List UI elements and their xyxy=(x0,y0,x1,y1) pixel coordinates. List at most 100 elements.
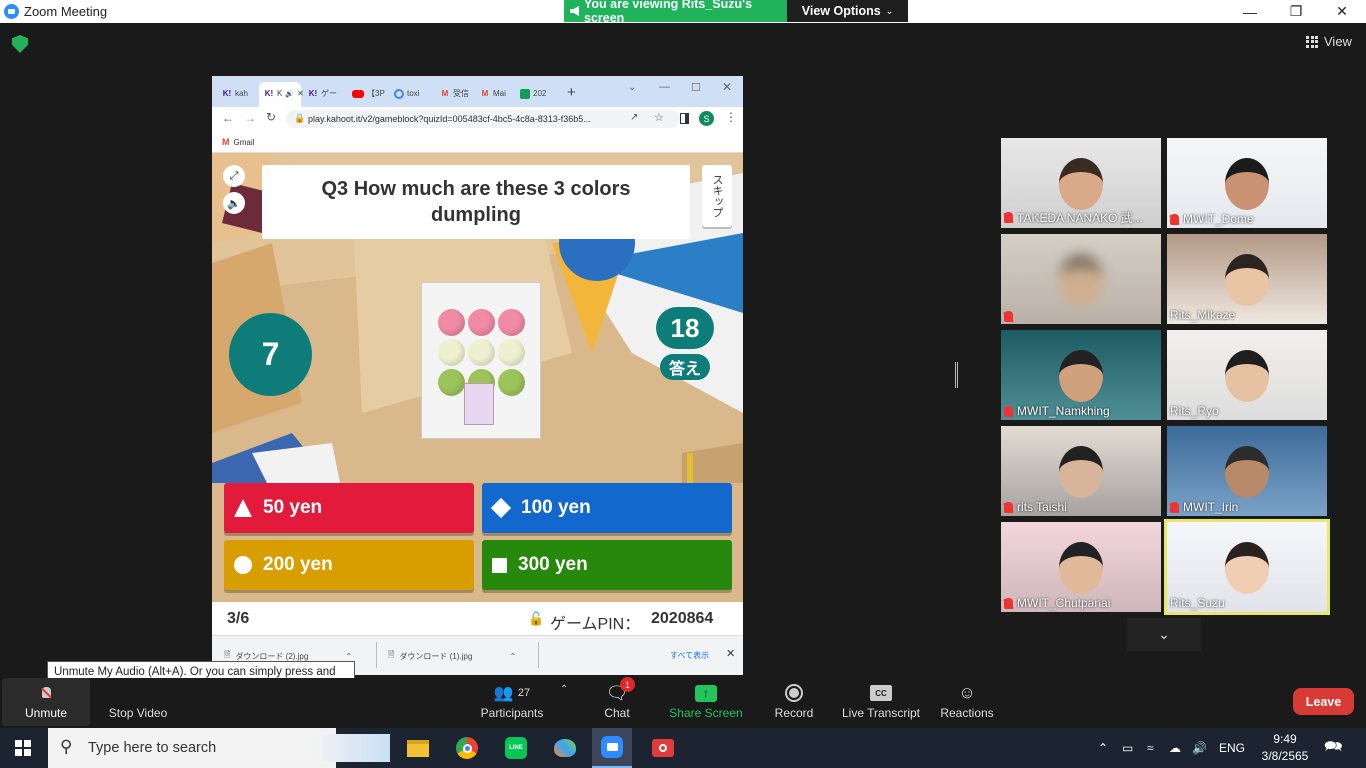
participant-video-tile[interactable]: rits Taishi xyxy=(1001,426,1161,516)
participant-video-tile[interactable]: MWIT_Namkhing xyxy=(1001,330,1161,420)
close-downloads-icon[interactable]: ✕ xyxy=(726,647,735,660)
taskbar-clock[interactable]: 9:49 3/8/2565 xyxy=(1253,731,1317,765)
answer-option-4[interactable]: 300 yen xyxy=(482,540,732,590)
dango-ball xyxy=(498,309,525,336)
onedrive-cloud-icon[interactable]: ☁ xyxy=(1169,728,1181,768)
participant-face xyxy=(1225,446,1269,498)
tab-favicon-icon: K! xyxy=(308,89,318,98)
back-arrow-icon[interactable]: ← xyxy=(222,111,234,125)
leave-button[interactable]: Leave xyxy=(1293,688,1354,715)
record-button[interactable]: Record xyxy=(772,680,816,725)
tray-chevron-up-icon[interactable]: ⌃ xyxy=(1098,728,1108,768)
participant-video-tile[interactable]: Rits_Suzu xyxy=(1164,519,1330,615)
browser-tab-3[interactable]: K! ゲー xyxy=(308,85,337,102)
chevron-up-icon[interactable]: ⌃ xyxy=(345,652,352,661)
participant-video-tile[interactable] xyxy=(1001,234,1161,324)
browser-tab-8[interactable]: 202 xyxy=(520,85,546,102)
notification-center-icon[interactable]: 🗪 xyxy=(1324,728,1343,768)
panel-resize-handle[interactable] xyxy=(955,362,958,388)
participant-face xyxy=(1225,158,1269,210)
answer-option-3[interactable]: 200 yen xyxy=(224,540,474,590)
browser-tab-2[interactable]: K! K 🔊 ✕ xyxy=(264,85,304,102)
security-shield-icon[interactable] xyxy=(12,35,28,53)
live-transcript-button[interactable]: CC Live Transcript xyxy=(840,680,922,725)
zoom-taskbar-icon[interactable] xyxy=(592,728,632,768)
share-icon[interactable]: ↗ xyxy=(630,112,638,123)
bookmark-gmail[interactable]: M Gmail xyxy=(222,137,254,147)
participant-name-label xyxy=(1004,311,1017,322)
browser-menu-icon[interactable]: ⋮ xyxy=(725,110,737,124)
stop-video-button[interactable]: Stop Video xyxy=(104,680,172,725)
fullscreen-icon[interactable]: ⤢ xyxy=(223,165,245,187)
browser-tab-1[interactable]: K! kah xyxy=(222,85,248,102)
participants-chevron-up-icon[interactable]: ⌃ xyxy=(560,684,568,695)
browser-tab-7[interactable]: M Mai xyxy=(480,85,506,102)
chat-button[interactable]: 🗨 Chat 1 xyxy=(596,677,638,725)
gallery-more-button[interactable]: ⌄ xyxy=(1127,618,1201,651)
muted-mic-icon xyxy=(1170,501,1179,513)
tab-audio-icon[interactable]: 🔊 xyxy=(285,90,294,98)
volume-icon[interactable]: 🔊 xyxy=(1192,728,1207,768)
skip-button[interactable]: スキップ xyxy=(702,165,732,227)
reactions-button[interactable]: ☺ Reactions xyxy=(938,680,996,725)
show-all-downloads[interactable]: すべて表示 xyxy=(670,650,709,661)
forward-arrow-icon[interactable]: → xyxy=(244,111,256,125)
participant-video-tile[interactable]: MWIT_Dome xyxy=(1167,138,1327,228)
question-progress: 3/6 xyxy=(227,610,250,627)
snipping-tool-icon[interactable] xyxy=(643,728,683,768)
reload-icon[interactable]: ↻ xyxy=(266,110,276,124)
live-transcript-label: Live Transcript xyxy=(841,706,921,720)
browser-tab-6[interactable]: M 受信 xyxy=(440,85,469,102)
participant-video-tile[interactable]: MWIT_Irin xyxy=(1167,426,1327,516)
browser-tab-4[interactable]: 【3P xyxy=(352,85,385,102)
paint-icon[interactable] xyxy=(545,728,585,768)
wifi-icon[interactable]: ≈ xyxy=(1147,728,1154,768)
muted-mic-icon xyxy=(1004,311,1013,322)
input-language[interactable]: ENG xyxy=(1219,728,1245,768)
tab-search-icon[interactable]: ⌄ xyxy=(628,82,636,93)
share-screen-button[interactable]: ↑ Share Screen xyxy=(668,680,744,725)
participant-video-tile[interactable]: MWIT_Chutpanai xyxy=(1001,522,1161,612)
maximize-button[interactable]: ❐ xyxy=(1273,0,1319,23)
square-icon xyxy=(492,557,507,573)
taskbar-search-box[interactable]: ⚲ Type here to search xyxy=(48,728,390,768)
profile-avatar[interactable]: S xyxy=(699,111,714,126)
muted-mic-icon xyxy=(2,678,90,706)
answer-option-1[interactable]: 50 yen xyxy=(224,483,474,533)
side-panel-icon[interactable] xyxy=(680,113,689,124)
file-explorer-icon[interactable] xyxy=(398,728,438,768)
url-text: play.kahoot.it/v2/gameblock?quizId=00548… xyxy=(308,114,591,124)
answer-option-label: 300 yen xyxy=(518,554,588,575)
answer-option-2[interactable]: 100 yen xyxy=(482,483,732,533)
windows-start-icon[interactable] xyxy=(15,740,31,756)
speaker-icon xyxy=(570,6,579,16)
close-button[interactable]: ✕ xyxy=(1319,0,1365,23)
participant-video-tile[interactable]: Rits_Mikaze xyxy=(1167,234,1327,324)
browser-tab-5[interactable]: toxi xyxy=(394,85,419,102)
sound-icon[interactable]: 🔈 xyxy=(223,192,245,214)
chevron-up-icon[interactable]: ⌃ xyxy=(509,652,516,661)
network-device-icon[interactable]: ▭ xyxy=(1122,728,1133,768)
tab-label: K xyxy=(277,89,283,98)
browser-minimize-button[interactable]: — xyxy=(659,81,670,93)
view-options-button[interactable]: View Options ⌄ xyxy=(787,0,908,22)
bookmark-star-icon[interactable]: ☆ xyxy=(654,111,664,124)
browser-close-button[interactable]: ✕ xyxy=(722,80,732,94)
downloads-divider xyxy=(538,642,539,668)
view-layout-button[interactable]: View xyxy=(1306,34,1352,49)
download-item[interactable]: 🗎 ダウンロード (1).jpg ⌃ xyxy=(388,649,516,663)
participant-video-tile[interactable]: Rits_Ryo xyxy=(1167,330,1327,420)
kahoot-game-area: ⤢ 🔈 Q3 How much are these 3 colors dumpl… xyxy=(212,153,743,602)
chrome-icon[interactable] xyxy=(447,728,487,768)
browser-maximize-button[interactable]: ☐ xyxy=(691,81,701,94)
line-app-icon[interactable]: LINE xyxy=(496,728,536,768)
participants-button[interactable]: 👥 27 Participants xyxy=(476,680,548,725)
participant-name: TAKEDA NANAKO 武... xyxy=(1017,211,1143,225)
participant-video-tile[interactable]: TAKEDA NANAKO 武... xyxy=(1001,138,1161,228)
tab-close-icon[interactable]: ✕ xyxy=(297,89,304,98)
tab-favicon-icon xyxy=(352,89,364,98)
new-tab-button[interactable]: + xyxy=(567,84,576,101)
unmute-button[interactable]: Unmute xyxy=(2,678,90,726)
minimize-button[interactable]: — xyxy=(1227,0,1273,23)
address-bar[interactable]: 🔒 play.kahoot.it/v2/gameblock?quizId=005… xyxy=(286,110,680,128)
